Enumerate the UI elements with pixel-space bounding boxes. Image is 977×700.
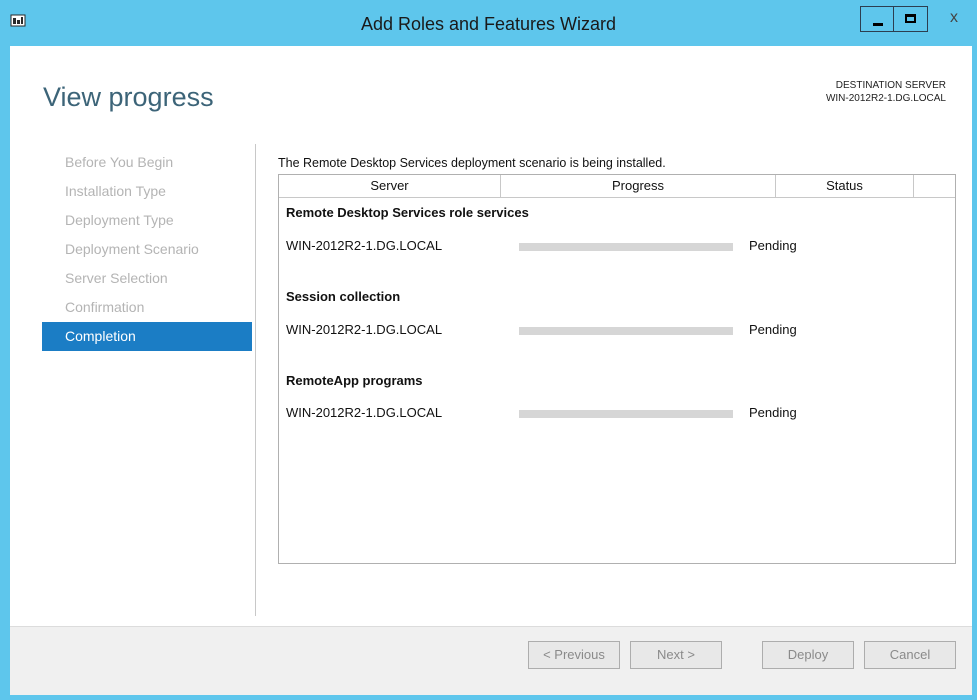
minimize-icon <box>873 23 883 26</box>
row-status: Pending <box>749 322 797 337</box>
deploy-button[interactable]: Deploy <box>762 641 854 669</box>
previous-button[interactable]: < Previous <box>528 641 620 669</box>
group-title: Session collection <box>286 289 401 304</box>
wizard-footer: < Previous Next > Deploy Cancel <box>10 626 972 695</box>
step-completion[interactable]: Completion <box>42 322 252 351</box>
step-server-selection: Server Selection <box>65 270 168 286</box>
wizard-window: Add Roles and Features Wizard x View pro… <box>0 0 977 700</box>
maximize-icon <box>905 14 916 23</box>
wizard-steps-nav: Before You Begin Installation Type Deplo… <box>42 148 252 351</box>
wizard-client-area: View progress DESTINATION SERVER WIN-201… <box>10 46 972 695</box>
step-installation-type: Installation Type <box>65 183 166 199</box>
maximize-button[interactable] <box>894 6 928 32</box>
group-title: Remote Desktop Services role services <box>286 205 529 220</box>
row-server: WIN-2012R2-1.DG.LOCAL <box>286 322 443 337</box>
nav-divider <box>255 144 256 616</box>
destination-server-info: DESTINATION SERVER WIN-2012R2-1.DG.LOCAL <box>826 79 946 105</box>
minimize-button[interactable] <box>860 6 894 32</box>
close-button[interactable]: x <box>936 6 972 32</box>
row-server: WIN-2012R2-1.DG.LOCAL <box>286 405 443 420</box>
title-bar[interactable]: Add Roles and Features Wizard x <box>0 0 977 46</box>
column-header-server[interactable]: Server <box>279 175 501 197</box>
destination-server-name: WIN-2012R2-1.DG.LOCAL <box>825 93 946 104</box>
progress-bar <box>519 243 733 251</box>
step-before-you-begin: Before You Begin <box>65 154 174 170</box>
group-title: RemoteApp programs <box>286 373 423 388</box>
close-icon: x <box>950 9 958 26</box>
intro-text: The Remote Desktop Services deployment s… <box>278 156 666 170</box>
step-confirmation: Confirmation <box>65 299 145 315</box>
row-server: WIN-2012R2-1.DG.LOCAL <box>286 238 443 253</box>
column-header-extra <box>914 175 955 197</box>
window-title: Add Roles and Features Wizard <box>360 14 617 34</box>
next-button[interactable]: Next > <box>630 641 722 669</box>
progress-bar <box>519 410 733 418</box>
step-deployment-scenario: Deployment Scenario <box>65 241 199 257</box>
column-header-progress[interactable]: Progress <box>501 175 776 197</box>
step-deployment-type: Deployment Type <box>65 212 174 228</box>
destination-label: DESTINATION SERVER <box>835 80 946 91</box>
progress-table: Server Progress Status Remote Desktop Se… <box>278 174 956 564</box>
progress-bar <box>519 327 733 335</box>
column-header-status[interactable]: Status <box>776 175 914 197</box>
page-title: View progress <box>43 82 214 112</box>
row-status: Pending <box>749 238 797 253</box>
table-header: Server Progress Status <box>279 175 955 198</box>
row-status: Pending <box>749 405 797 420</box>
cancel-button[interactable]: Cancel <box>864 641 956 669</box>
